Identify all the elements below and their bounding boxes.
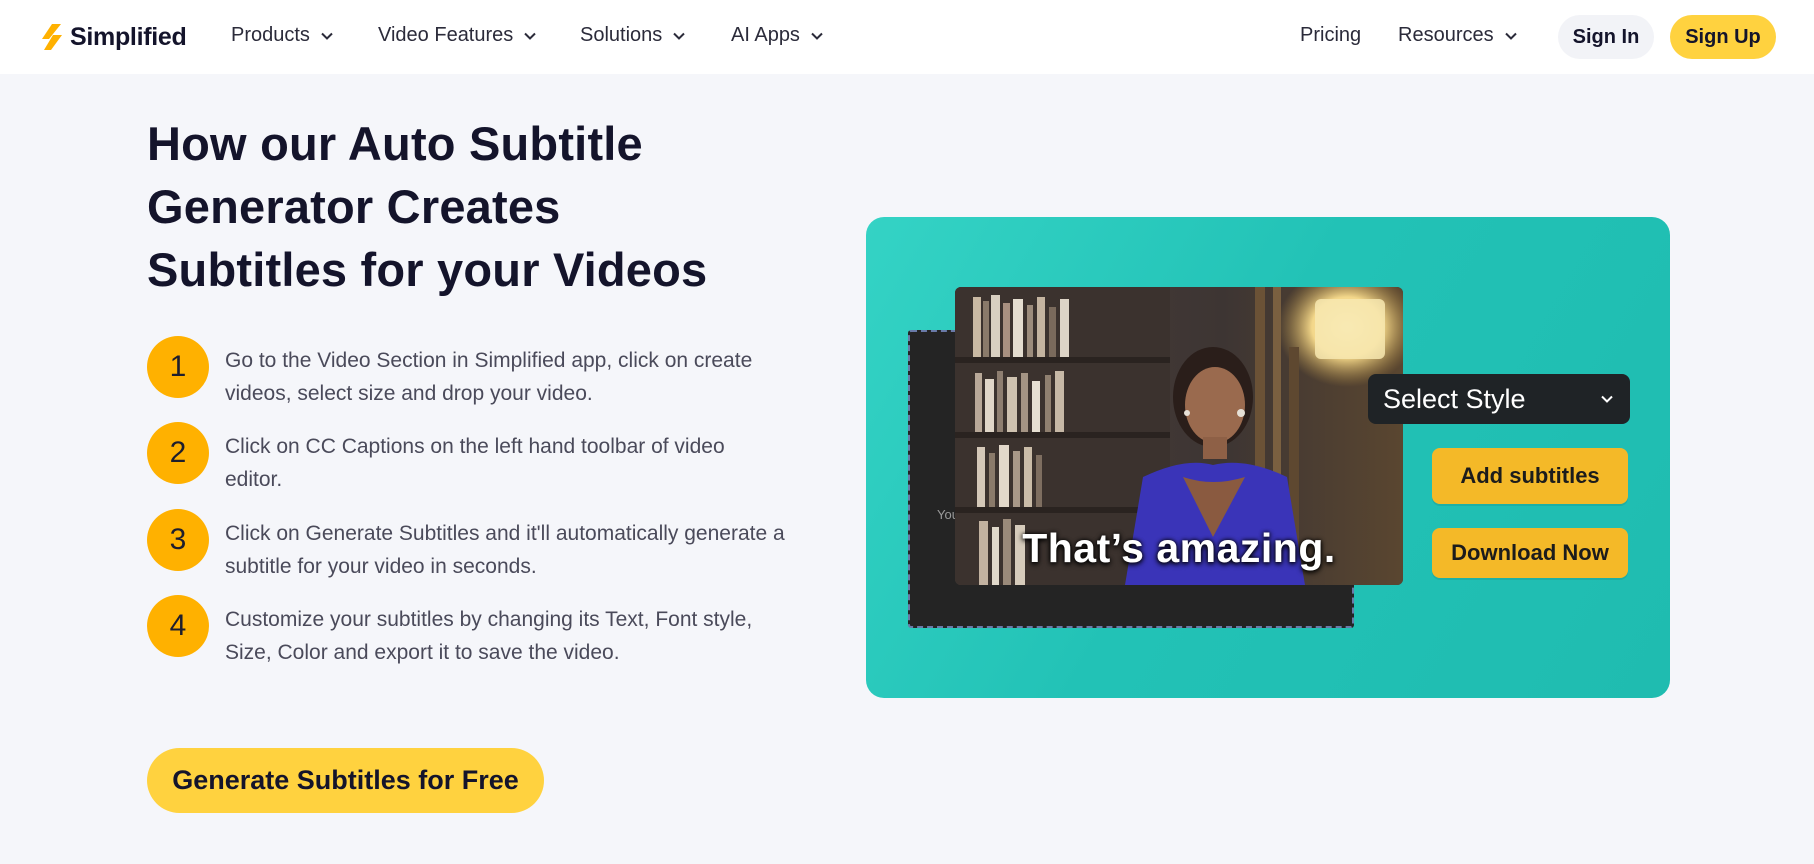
- sign-up-button[interactable]: Sign Up: [1670, 15, 1776, 59]
- chevron-down-icon: [1601, 395, 1613, 403]
- step-number-badge: 2: [147, 422, 209, 484]
- subtitle-caption: That’s amazing.: [1022, 525, 1336, 571]
- chevron-down-icon: [524, 32, 536, 40]
- nav-products[interactable]: Products: [231, 24, 334, 47]
- step-text: Customize your subtitles by changing its…: [225, 608, 753, 664]
- logo-icon: [42, 24, 62, 50]
- chevron-down-icon: [321, 32, 333, 40]
- add-subtitles-button[interactable]: Add subtitles: [1432, 448, 1628, 504]
- step-item: 3 Click on Generate Subtitles and it'll …: [147, 509, 785, 583]
- sign-in-button[interactable]: Sign In: [1558, 15, 1654, 59]
- step-text: Go to the Video Section in Simplified ap…: [225, 349, 753, 405]
- step-number-badge: 4: [147, 595, 209, 657]
- logo-text: Simplified: [70, 22, 187, 51]
- generate-subtitles-button[interactable]: Generate Subtitles for Free: [147, 748, 544, 813]
- nav-solutions[interactable]: Solutions: [580, 24, 686, 47]
- nav-video-features[interactable]: Video Features: [378, 24, 537, 47]
- step-text: Click on Generate Subtitles and it'll au…: [225, 522, 785, 578]
- select-style-label: Select Style: [1383, 383, 1526, 414]
- page-title: How our Auto Subtitle Generator Creates …: [147, 117, 708, 296]
- nav-pricing[interactable]: Pricing: [1300, 24, 1361, 47]
- video-preview: That’s amazing.: [955, 287, 1403, 585]
- step-item: 1 Go to the Video Section in Simplified …: [147, 336, 785, 410]
- step-item: 2 Click on CC Captions on the left hand …: [147, 422, 785, 496]
- nav-ai-apps-label: AI Apps: [731, 24, 800, 46]
- chevron-down-icon: [1504, 32, 1517, 40]
- nav-ai-apps[interactable]: AI Apps: [731, 24, 824, 47]
- chevron-down-icon: [811, 32, 823, 40]
- simplified-logo[interactable]: Simplified: [40, 22, 187, 52]
- nav-pricing-label: Pricing: [1300, 24, 1362, 46]
- select-style-dropdown[interactable]: Select Style: [1368, 374, 1630, 424]
- nav-video-features-label: Video Features: [378, 24, 514, 46]
- step-number-badge: 1: [147, 336, 209, 398]
- nav-products-label: Products: [231, 24, 310, 46]
- step-number-badge: 3: [147, 509, 209, 571]
- nav-resources[interactable]: Resources: [1398, 24, 1518, 47]
- nav-solutions-label: Solutions: [580, 24, 663, 46]
- step-text: Click on CC Captions on the left hand to…: [225, 435, 725, 491]
- top-nav: Simplified Products Video Features Solut…: [0, 0, 1814, 74]
- subtitle-demo-illustration: You That’s amazing. Select Style Add sub…: [866, 217, 1670, 698]
- nav-resources-label: Resources: [1398, 24, 1494, 46]
- chevron-down-icon: [673, 32, 685, 40]
- step-item: 4 Customize your subtitles by changing i…: [147, 595, 785, 669]
- download-now-button[interactable]: Download Now: [1432, 528, 1628, 578]
